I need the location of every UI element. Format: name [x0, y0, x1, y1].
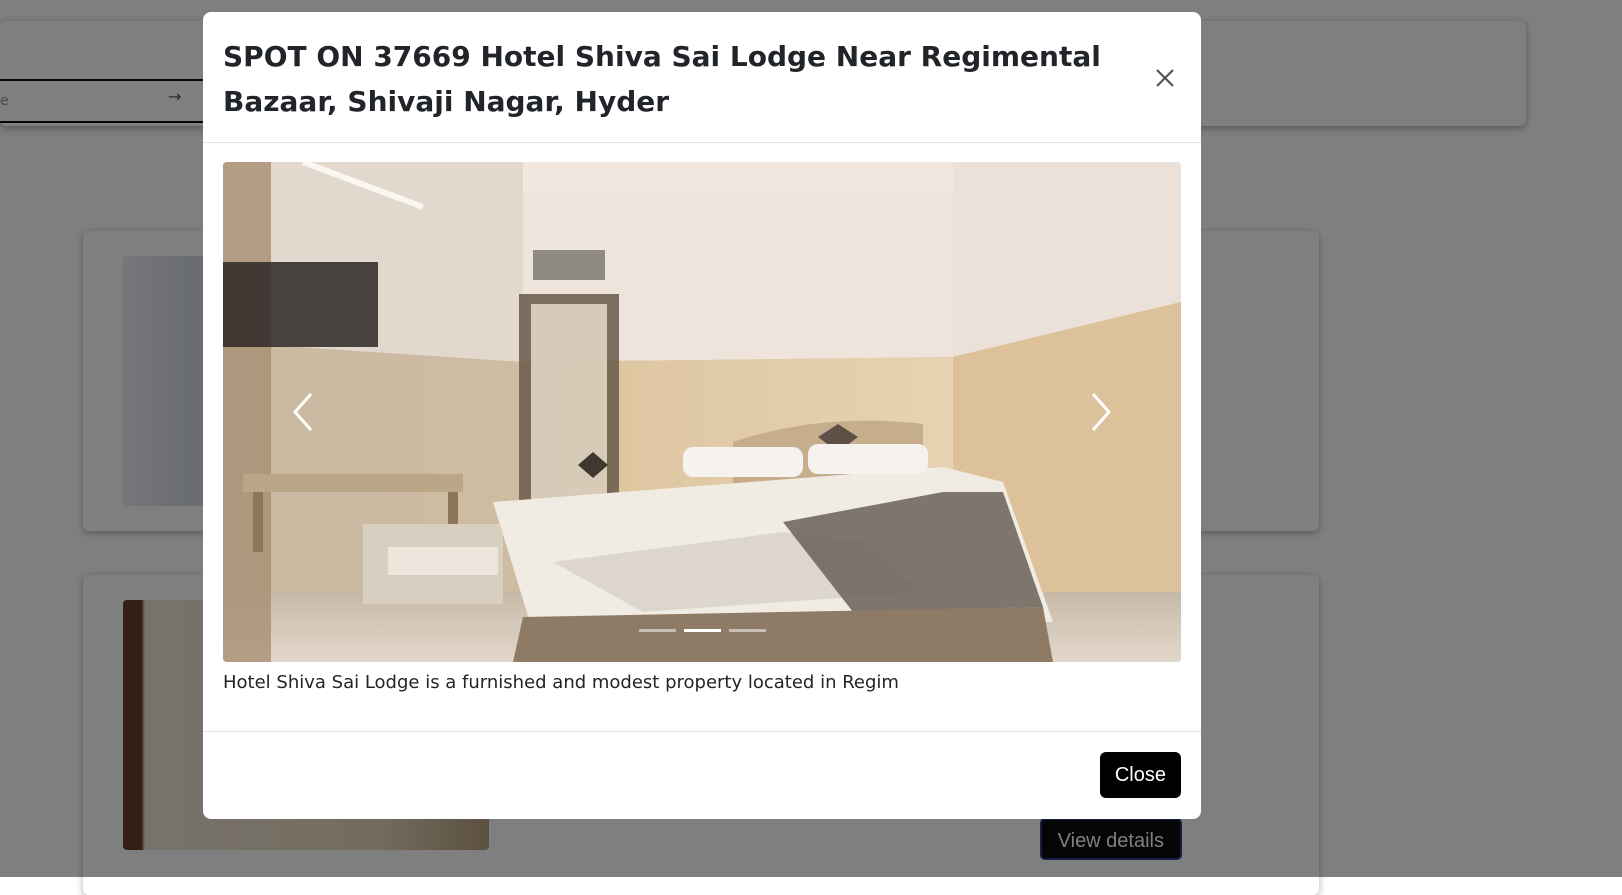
hotel-detail-modal: SPOT ON 37669 Hotel Shiva Sai Lodge Near… [203, 12, 1201, 819]
carousel-indicators [223, 629, 1181, 632]
modal-title: SPOT ON 37669 Hotel Shiva Sai Lodge Near… [223, 40, 1101, 118]
modal-body: Hotel Shiva Sai Lodge is a furnished and… [223, 162, 1181, 693]
close-icon[interactable] [1149, 62, 1181, 94]
carousel-indicator[interactable] [728, 629, 766, 632]
modal-footer: Close [203, 731, 1201, 819]
chevron-left-icon[interactable] [273, 372, 333, 452]
hotel-room-photo [223, 162, 1181, 662]
chevron-right-icon[interactable] [1071, 372, 1131, 452]
close-button[interactable]: Close [1099, 752, 1181, 798]
carousel-indicator[interactable] [638, 629, 676, 632]
modal-header: SPOT ON 37669 Hotel Shiva Sai Lodge Near… [203, 12, 1201, 143]
carousel-indicator-active[interactable] [683, 629, 721, 632]
image-carousel [223, 162, 1181, 662]
hotel-description: Hotel Shiva Sai Lodge is a furnished and… [223, 672, 899, 693]
